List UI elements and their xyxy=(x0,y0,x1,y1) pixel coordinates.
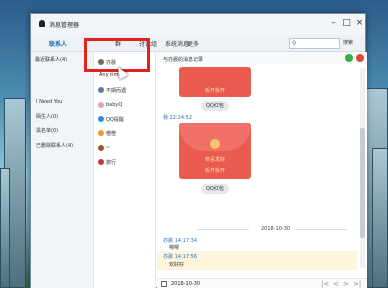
avatar xyxy=(98,145,104,151)
contact-name: 旅行 xyxy=(106,160,117,166)
red-packet-subtitle: 拆开拆开 xyxy=(204,88,225,94)
contact-name: 橙橙 xyxy=(106,131,117,137)
title-bar: 消息管理器 – □ × xyxy=(31,14,365,35)
avatar xyxy=(98,102,104,108)
message-timestamp: 我 22:24:52 xyxy=(163,115,193,121)
message-timestamp: 亦晨 14:17:56 xyxy=(163,254,198,260)
contact-item[interactable]: ~ xyxy=(98,144,154,154)
contact-item[interactable]: QQ提醒 xyxy=(98,115,154,125)
close-chat-icon[interactable] xyxy=(356,54,364,62)
tab-system-messages[interactable]: 系统消息 xyxy=(165,39,189,48)
refresh-icon[interactable] xyxy=(345,54,353,62)
contact-item[interactable]: 旅行 xyxy=(98,158,154,168)
message-text: 欢好好 xyxy=(169,262,185,268)
category-item[interactable]: 已删除联系人(4) xyxy=(36,142,73,149)
avatar xyxy=(98,159,104,165)
next-page-button[interactable]: > xyxy=(343,280,349,288)
chat-header: 与亦晨的消息记录 xyxy=(157,52,367,64)
calendar-icon[interactable] xyxy=(161,281,167,287)
qq-red-packet-tag: QQ红包 xyxy=(201,101,229,111)
search-input[interactable]: ⚲ xyxy=(289,38,340,49)
date-selector[interactable]: 2018-10-30 xyxy=(171,281,200,287)
bottom-bar: 2018-10-30 |< < > >| xyxy=(157,278,367,288)
close-button[interactable]: × xyxy=(353,17,366,30)
category-list: 最近联系人(4) I Need You 陌生人(0) 黑名单(0) 已删除联系人… xyxy=(31,52,94,288)
chat-history-pane: 与亦晨的消息记录 拆开拆开 QQ红包 我 22:24:52 恭喜发财 拆开拆开 … xyxy=(157,52,367,288)
minimize-button[interactable]: – xyxy=(327,17,340,30)
contact-item[interactable]: babyQ xyxy=(98,101,154,111)
avatar xyxy=(98,87,104,93)
maximize-button[interactable]: □ xyxy=(340,17,353,30)
search-icon: ⚲ xyxy=(292,40,297,47)
red-packet-title: 恭喜发财 xyxy=(204,157,225,163)
scrollbar[interactable] xyxy=(360,68,365,268)
last-page-button[interactable]: >| xyxy=(353,280,361,288)
message-timestamp: 亦晨 14:17:34 xyxy=(163,238,198,244)
red-packet-subtitle: 拆开拆开 xyxy=(204,168,225,174)
red-packet[interactable]: 拆开拆开 xyxy=(179,67,251,97)
category-item[interactable]: I Need You xyxy=(36,99,62,105)
chat-title: 与亦晨的消息记录 xyxy=(163,57,204,63)
red-packet-seal-icon xyxy=(210,139,220,149)
scrollbar-thumb[interactable] xyxy=(360,128,365,238)
highlighted-message: 亦晨 14:17:56 欢好好 xyxy=(157,251,357,270)
contact-item[interactable]: 橙橙 xyxy=(98,129,154,139)
message-text: 嗯嗯 xyxy=(169,245,180,251)
prev-page-button[interactable]: < xyxy=(333,280,339,288)
contact-name: QQ提醒 xyxy=(106,117,124,123)
contact-list: Any time 亦晨 不期而遇 babyQ QQ提醒 橙橙 ~ 旅行 xyxy=(94,52,156,288)
category-item[interactable]: 黑名单(0) xyxy=(36,127,58,134)
tab-contacts[interactable]: 联系人 xyxy=(49,39,67,48)
first-page-button[interactable]: |< xyxy=(321,280,329,288)
qq-penguin-icon xyxy=(39,20,45,27)
avatar xyxy=(98,116,104,122)
recent-contacts-header[interactable]: 最近联系人(4) xyxy=(35,56,67,63)
red-packet[interactable]: 恭喜发财 拆开拆开 xyxy=(179,123,251,179)
search-scope-dropdown[interactable]: 搜索 xyxy=(343,39,353,46)
date-separator: 2018-10-30 xyxy=(197,225,347,233)
contact-name: babyQ xyxy=(106,102,123,108)
message-manager-window: 消息管理器 – □ × 联系人 群 讨论组 系统消息 更多 ⚲ 搜索 最近联系人… xyxy=(30,13,367,288)
toolbar: 联系人 群 讨论组 系统消息 更多 ⚲ 搜索 xyxy=(31,35,365,52)
tab-more[interactable]: 更多 xyxy=(187,39,199,48)
contact-name: 不期而遇 xyxy=(106,88,127,94)
contact-name: ~ xyxy=(106,145,111,151)
window-title: 消息管理器 xyxy=(49,22,80,29)
avatar xyxy=(98,130,104,136)
category-item[interactable]: 陌生人(0) xyxy=(36,113,58,120)
contact-item[interactable]: 不期而遇 xyxy=(98,86,154,96)
qq-red-packet-tag: QQ红包 xyxy=(201,184,229,194)
